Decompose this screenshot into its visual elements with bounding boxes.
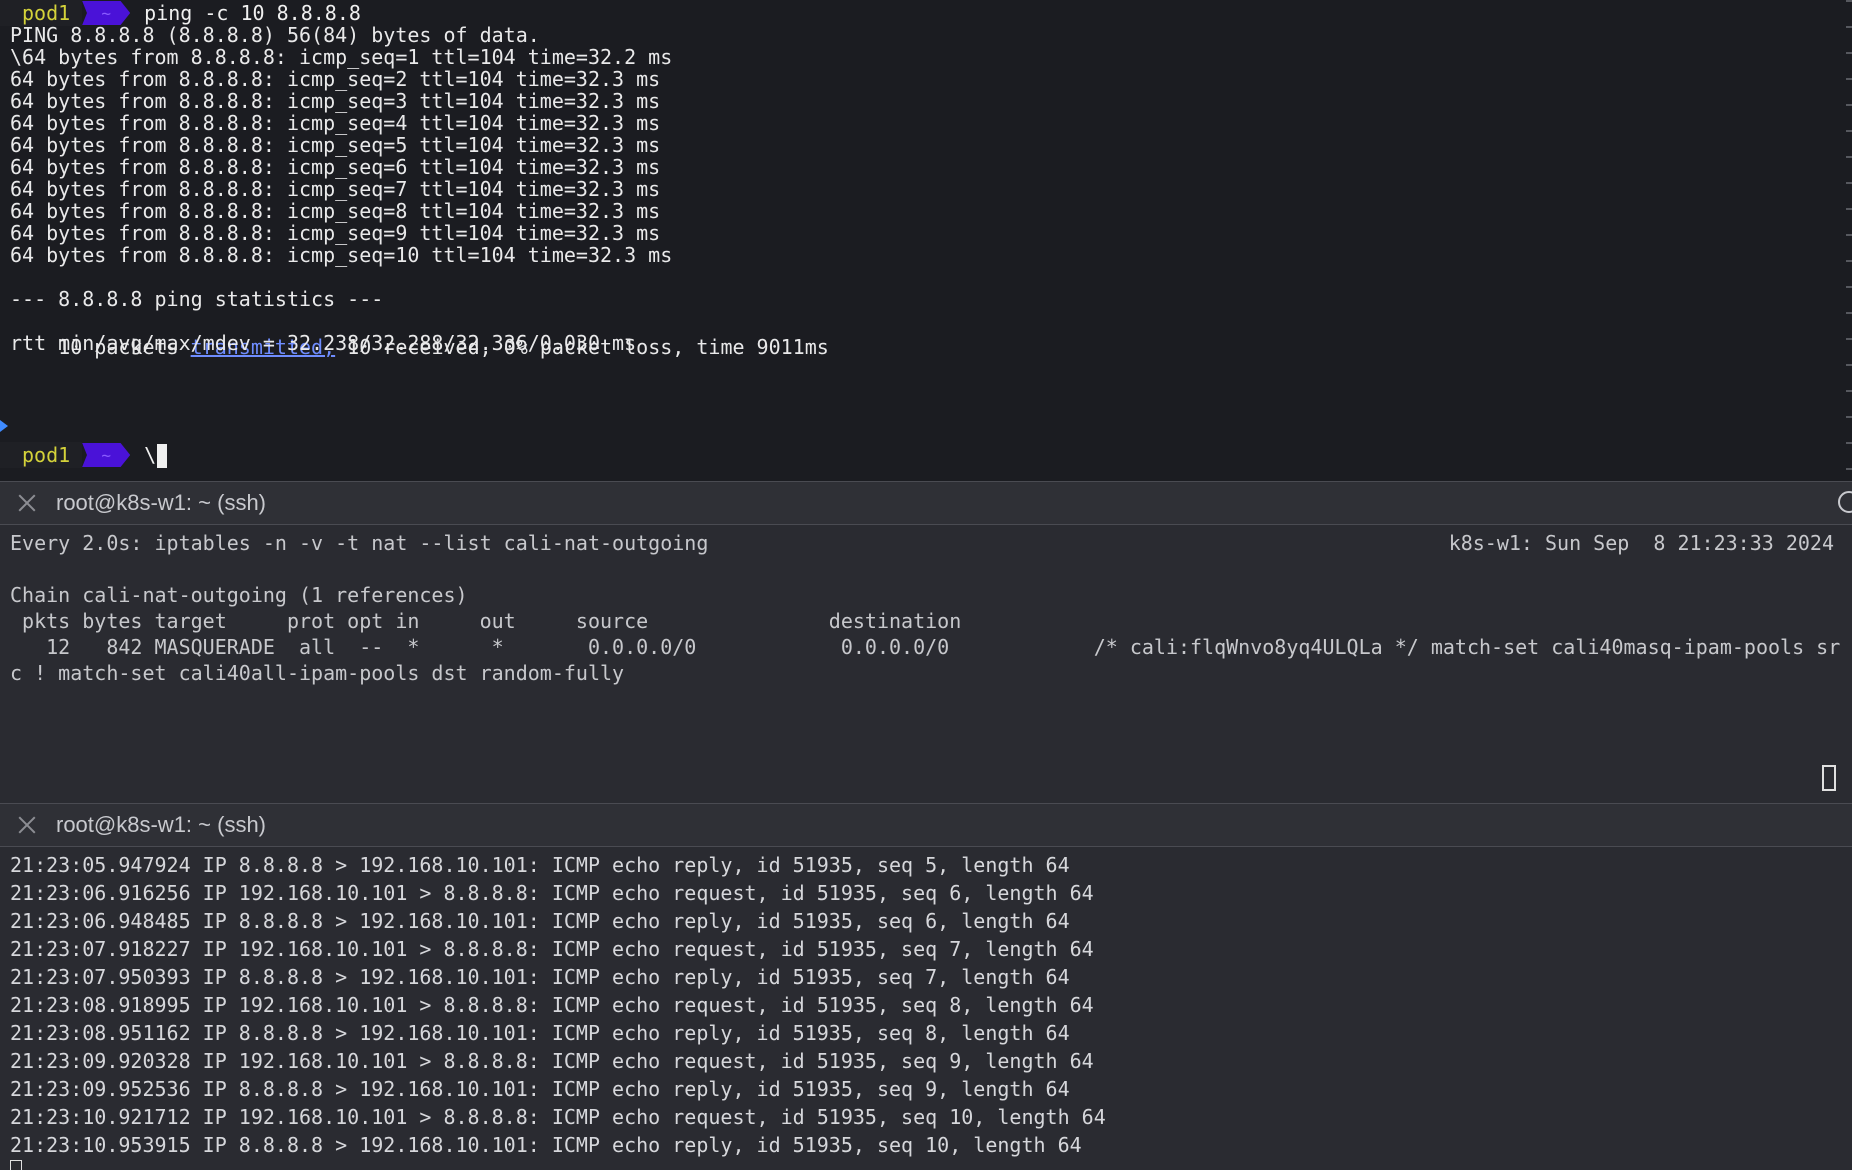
output-line: 64 bytes from 8.8.8.8: icmp_seq=10 ttl=1… — [10, 243, 673, 267]
packet-line: 21:23:07.950393 IP 8.8.8.8 > 192.168.10.… — [10, 965, 1070, 989]
command-input[interactable]: \ — [144, 442, 168, 469]
mark-indicator — [0, 420, 8, 432]
scrollbar-marks[interactable] — [1846, 0, 1852, 481]
watch-command: Every 2.0s: iptables -n -v -t nat --list… — [10, 531, 709, 555]
packet-line: 21:23:08.951162 IP 8.8.8.8 > 192.168.10.… — [10, 1021, 1070, 1045]
packet-line: 21:23:09.920328 IP 192.168.10.101 > 8.8.… — [10, 1049, 1094, 1073]
packet-line: 21:23:05.947924 IP 8.8.8.8 > 192.168.10.… — [10, 853, 1070, 877]
more-options-icon[interactable] — [1838, 491, 1852, 513]
packet-line: 21:23:10.953915 IP 8.8.8.8 > 192.168.10.… — [10, 1133, 1082, 1157]
close-icon[interactable] — [16, 814, 38, 836]
table-row-wrap: c ! match-set cali40all-ipam-pools dst r… — [10, 661, 625, 685]
table-header: pkts bytes target prot opt in out source… — [10, 609, 962, 633]
pane-title: root@k8s-w1: ~ (ssh) — [56, 490, 266, 515]
close-icon[interactable] — [16, 492, 38, 514]
terminal-pane-tcpdump[interactable]: 21:23:05.947924 IP 8.8.8.8 > 192.168.10.… — [0, 847, 1852, 1170]
command-input-text: \ — [144, 442, 157, 467]
text-cursor — [10, 1160, 22, 1170]
packet-line: 21:23:07.918227 IP 192.168.10.101 > 8.8.… — [10, 937, 1094, 961]
pane-header-ssh-1[interactable]: root@k8s-w1: ~ (ssh) — [0, 481, 1852, 525]
text-cursor — [157, 444, 168, 469]
prompt-dir-segment: ~ — [82, 443, 131, 467]
table-row: 12 842 MASQUERADE all -- * * 0.0.0.0/0 0… — [10, 635, 1841, 659]
prompt-line: pod1 ~ \ — [0, 442, 168, 469]
packet-line: 21:23:08.918995 IP 192.168.10.101 > 8.8.… — [10, 993, 1094, 1017]
packet-line: 21:23:09.952536 IP 8.8.8.8 > 192.168.10.… — [10, 1077, 1070, 1101]
packet-line: 21:23:06.916256 IP 192.168.10.101 > 8.8.… — [10, 881, 1094, 905]
packet-line: 21:23:06.948485 IP 8.8.8.8 > 192.168.10.… — [10, 909, 1070, 933]
prompt-host: pod1 — [0, 442, 83, 468]
packet-line: 21:23:10.921712 IP 192.168.10.101 > 8.8.… — [10, 1105, 1106, 1129]
pane-header-ssh-2[interactable]: root@k8s-w1: ~ (ssh) — [0, 803, 1852, 847]
cursor-box — [1822, 765, 1836, 791]
rtt-line: rtt min/avg/max/mdev = 32.238/32.288/32.… — [10, 331, 637, 355]
pane-title: root@k8s-w1: ~ (ssh) — [56, 812, 266, 837]
watch-status: k8s-w1: Sun Sep 8 21:23:33 2024 — [1448, 531, 1834, 555]
terminal-pane-watch[interactable]: Every 2.0s: iptables -n -v -t nat --list… — [0, 525, 1852, 803]
output-line: Chain cali-nat-outgoing (1 references) — [10, 583, 468, 607]
terminal-pane-local[interactable]: pod1 ~ ping -c 10 8.8.8.8 PING 8.8.8.8 (… — [0, 0, 1852, 481]
